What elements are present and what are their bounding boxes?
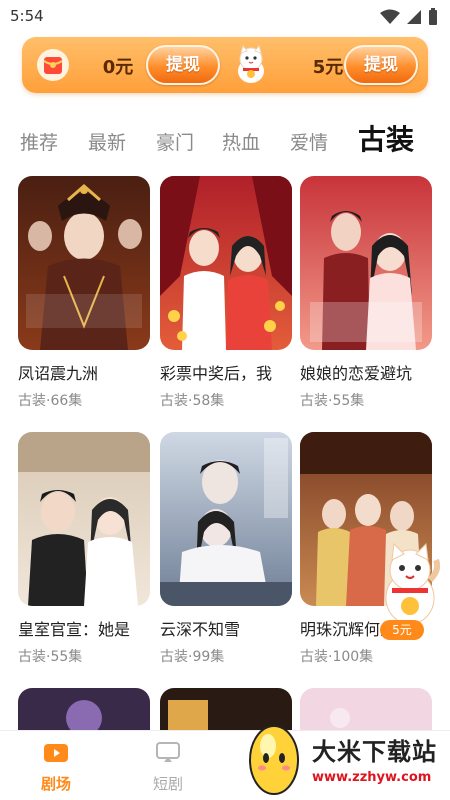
drama-title[interactable]: 皇室官宣：她是 (18, 616, 152, 640)
status-bar: 5:54 (0, 0, 450, 34)
drama-poster[interactable] (160, 432, 292, 606)
drama-meta: 古装·55集 (18, 649, 83, 665)
wifi-icon (380, 9, 400, 24)
drama-meta: 古装·100集 (300, 649, 374, 665)
drama-meta: 古装·99集 (160, 649, 225, 665)
rice-mascot-logo (249, 725, 299, 795)
category-tabs: 推荐 最新 豪门 热血 爱情 古装 (0, 110, 450, 166)
drama-meta: 古装·66集 (18, 393, 83, 409)
lucky-cat-icon (238, 45, 264, 83)
watermark-title: 大米下载站 (312, 738, 437, 766)
drama-poster[interactable] (300, 176, 432, 350)
short-drama-icon (156, 742, 180, 762)
tab-action[interactable]: 热血 (222, 128, 260, 155)
status-time: 5:54 (10, 7, 44, 25)
drama-poster[interactable] (18, 432, 150, 606)
cash-amount: 0元 (102, 57, 134, 78)
drama-meta: 古装·55集 (300, 393, 365, 409)
red-packet-icon (37, 49, 69, 81)
coin-withdraw-button[interactable]: 提现 (344, 45, 418, 85)
tab-romance[interactable]: 爱情 (290, 128, 328, 155)
nav-short-drama[interactable]: 短剧 (138, 741, 198, 794)
drama-poster[interactable] (160, 176, 292, 350)
drama-poster[interactable] (18, 688, 150, 730)
drama-title[interactable]: 娘娘的恋爱避坑 (300, 360, 434, 384)
drama-meta: 古装·58集 (160, 393, 225, 409)
nav-theater-label: 剧场 (40, 775, 71, 793)
signal-icon (407, 10, 421, 24)
floating-reward-badge[interactable]: 5元 (380, 620, 424, 640)
watermark-url: www.zzhyw.com (312, 770, 432, 785)
site-watermark: 大米下载站 www.zzhyw.com (238, 714, 450, 800)
theater-icon (44, 744, 68, 762)
nav-theater[interactable]: 剧场 (26, 741, 86, 794)
battery-icon (429, 8, 437, 25)
nav-short-drama-label: 短剧 (152, 775, 183, 793)
drama-title[interactable]: 凤诏震九洲 (18, 360, 152, 384)
drama-poster[interactable] (18, 176, 150, 350)
drama-title[interactable]: 云深不知雪 (160, 616, 294, 640)
reward-banner: 0元 提现 5元 提现 (22, 37, 428, 93)
status-icons (380, 8, 438, 26)
tab-recommend[interactable]: 推荐 (20, 128, 58, 155)
floating-lucky-cat-icon[interactable] (380, 540, 440, 630)
tab-costume[interactable]: 古装 (358, 118, 414, 158)
cash-withdraw-button[interactable]: 提现 (146, 45, 220, 85)
tab-wealthy[interactable]: 豪门 (156, 128, 194, 155)
drama-title[interactable]: 彩票中奖后，我 (160, 360, 294, 384)
tab-latest[interactable]: 最新 (88, 128, 126, 155)
